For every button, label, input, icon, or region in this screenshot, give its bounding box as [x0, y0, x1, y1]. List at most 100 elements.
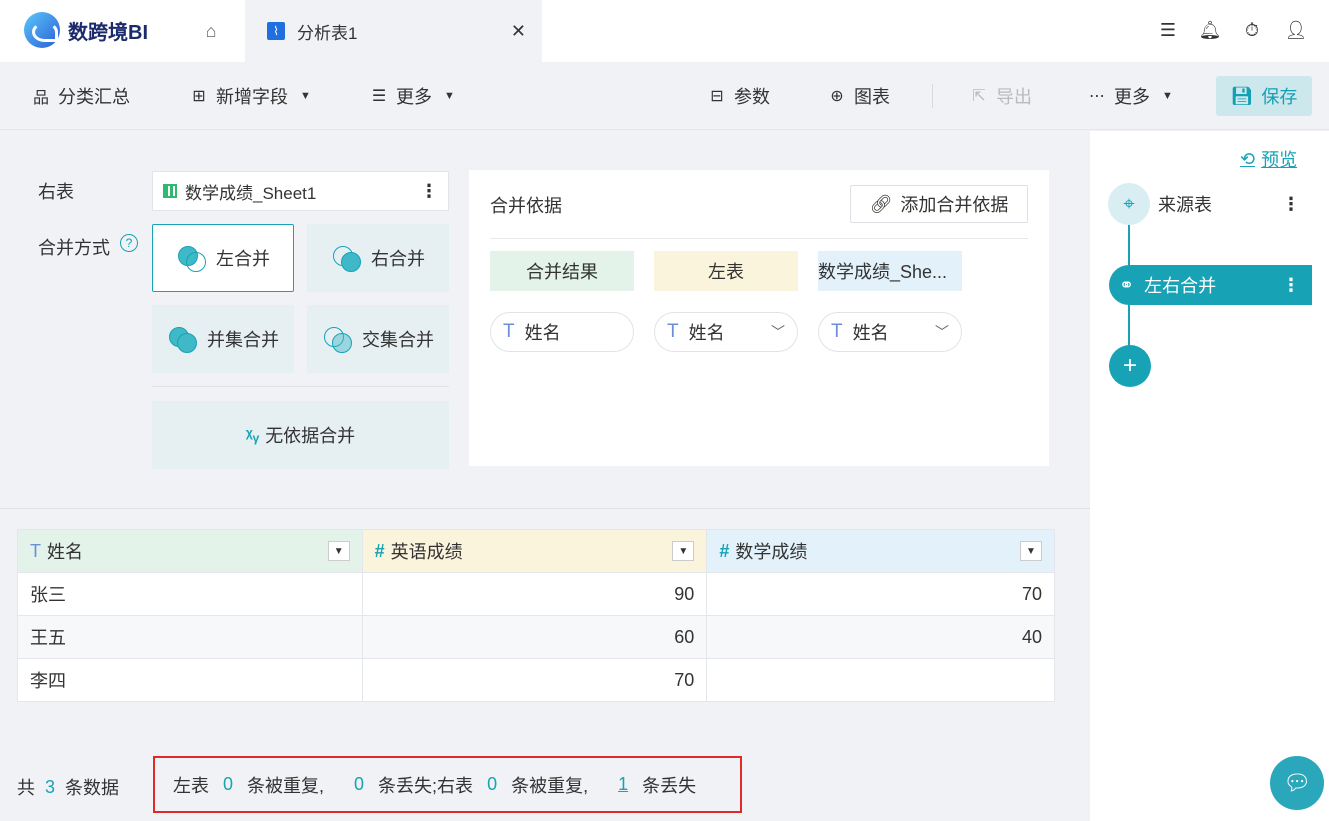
toolbar-divider	[932, 84, 933, 108]
category-summary-button[interactable]: 品 分类汇总	[32, 80, 130, 112]
timer-icon[interactable]: ⏱︎	[1238, 16, 1266, 44]
merge-intersect-button[interactable]: 交集合并	[307, 305, 449, 373]
preview-label: 预览	[1261, 150, 1298, 170]
no-basis-merge-button[interactable]: ᵡᵧ 无依据合并	[152, 401, 449, 469]
summary-lost-text: 条丢失;右表	[378, 775, 474, 796]
column-header-name[interactable]: T 姓名 ▼	[17, 529, 363, 573]
export-icon: ⇱	[972, 88, 986, 105]
logo-icon	[24, 12, 60, 48]
close-icon[interactable]: ✕	[511, 21, 526, 42]
basis-header-result-label: 合并结果	[526, 262, 598, 282]
app-logo[interactable]: 数跨境BI	[24, 12, 148, 48]
add-step-button[interactable]: +	[1109, 345, 1151, 387]
params-button[interactable]: ⊟ 参数	[708, 80, 770, 112]
bell-icon[interactable]: 🔔︎	[1196, 16, 1224, 44]
link-icon: 🔗︎	[869, 193, 893, 214]
right-table-select[interactable]: 数学成绩_Sheet1 ⋮	[152, 171, 449, 211]
plus-icon: +	[1122, 352, 1137, 379]
home-icon: ⌂	[205, 20, 217, 41]
table-cell: 60	[361, 615, 708, 659]
dropdown-icon[interactable]: ▼	[672, 541, 695, 561]
flow-sidebar	[1090, 131, 1329, 821]
more-left-label: 更多	[396, 87, 432, 107]
flow-node-source-label: 来源表	[1158, 195, 1212, 215]
table-row: 张三 90 70	[17, 572, 1055, 616]
tab-label: 分析表1	[297, 23, 358, 43]
chat-support-button[interactable]: 💬︎	[1270, 756, 1324, 810]
flow-node-merge-label: 左右合并	[1144, 276, 1217, 296]
column-header-english[interactable]: # 英语成绩 ▼	[361, 529, 708, 573]
flow-node-source[interactable]: ⌖ 来源表 ⋮	[1108, 183, 1312, 225]
plus-circle-icon: ⊕	[830, 88, 844, 105]
table-cell: 70	[361, 658, 708, 702]
column-header-label: 数学成绩	[735, 542, 808, 562]
caret-down-icon: ▼	[1162, 90, 1173, 102]
dropdown-icon[interactable]: ▼	[327, 541, 350, 561]
save-icon: 💾︎	[1230, 85, 1254, 106]
table-cell	[706, 658, 1055, 702]
chevron-down-icon: ﹀	[771, 324, 785, 340]
column-header-label: 姓名	[47, 542, 83, 562]
save-button[interactable]: 💾︎ 保存	[1216, 76, 1312, 116]
merge-mode-label: 合并方式	[38, 238, 110, 258]
chart-label: 图表	[854, 87, 890, 107]
basis-header-left: 左表	[654, 251, 798, 291]
right-table-value: 数学成绩_Sheet1	[185, 183, 317, 203]
export-button[interactable]: ⇱ 导出	[970, 80, 1032, 112]
chat-icon: 💬︎	[1283, 770, 1311, 795]
add-field-label: 新增字段	[216, 87, 288, 107]
flow-node-merge[interactable]: ⚭ 左右合并 ⋮	[1109, 265, 1312, 305]
params-label: 参数	[734, 87, 770, 107]
app-name: 数跨境BI	[68, 21, 148, 44]
kebab-menu-icon[interactable]: ⋮	[420, 181, 438, 202]
add-field-button[interactable]: ⊞ 新增字段 ▼	[190, 80, 311, 112]
summary-count: 3	[45, 776, 56, 797]
add-column-icon: ⊞	[192, 88, 206, 105]
result-table: T 姓名 ▼ # 英语成绩 ▼ # 数学成绩 ▼ 张三 90 70 王五 60 40 李四 …	[17, 529, 1055, 702]
table-cell: 王五	[17, 615, 363, 659]
table-cell: 张三	[17, 572, 363, 616]
table-cell: 70	[706, 572, 1055, 616]
preview-link[interactable]: ⟲ 预览	[1240, 146, 1297, 172]
text-type-icon: T	[30, 540, 41, 561]
user-icon[interactable]: 👤︎	[1282, 16, 1310, 44]
dropdown-icon[interactable]: ▼	[1020, 541, 1042, 561]
add-merge-basis-label: 添加合并依据	[900, 195, 1009, 215]
save-label: 保存	[1261, 87, 1298, 107]
merge-union-button[interactable]: 并集合并	[152, 305, 294, 373]
basis-field-result: T 姓名	[490, 312, 634, 352]
summary-prefix: 共	[17, 778, 35, 798]
duplicate-loss-summary: 左表 0 条被重复, 0 条丢失;右表 0 条被重复, 1 条丢失	[153, 756, 742, 813]
list-icon[interactable]: ☰	[1154, 16, 1182, 44]
kebab-menu-icon[interactable]: ⋮	[1282, 194, 1300, 215]
kebab-menu-icon[interactable]: ⋮	[1282, 275, 1300, 296]
number-type-icon: #	[374, 540, 385, 561]
caret-down-icon: ▼	[300, 90, 311, 102]
more-right-button[interactable]: ⋯ 更多 ▼	[1088, 80, 1173, 112]
chart-button[interactable]: ⊕ 图表	[828, 80, 890, 112]
no-basis-label: 无依据合并	[265, 426, 356, 446]
basis-field-left-select[interactable]: T 姓名 ﹀	[654, 312, 798, 352]
home-tab[interactable]: ⌂	[180, 0, 242, 62]
preview-icon: ⟲	[1240, 148, 1256, 169]
right-table-label: 右表	[38, 182, 74, 202]
basis-header-result: 合并结果	[490, 251, 634, 291]
merge-left-button[interactable]: 左合并	[152, 224, 294, 292]
more-left-button[interactable]: ☰ 更多 ▼	[370, 80, 455, 112]
merge-union-label: 并集合并	[207, 330, 279, 350]
basis-field-result-label: 姓名	[524, 323, 561, 343]
summary-lost-text-2: 条丢失	[642, 775, 697, 796]
help-icon[interactable]: ?	[120, 234, 138, 252]
add-merge-basis-button[interactable]: 🔗︎ 添加合并依据	[850, 185, 1028, 223]
tab-analysis-sheet[interactable]: ⌇ 分析表1 ✕	[245, 0, 542, 62]
summary-right-lost[interactable]: 1	[618, 774, 628, 795]
basis-divider	[490, 238, 1028, 239]
basis-header-right: 数学成绩_She...	[818, 251, 962, 291]
basis-header-right-label: 数学成绩_She...	[818, 262, 948, 282]
merge-right-button[interactable]: 右合并	[307, 224, 449, 292]
column-header-math[interactable]: # 数学成绩 ▼	[706, 529, 1055, 573]
basis-field-right-select[interactable]: T 姓名 ﹀	[818, 312, 962, 352]
table-row: 李四 70	[17, 658, 1055, 702]
summary-suffix: 条数据	[65, 778, 120, 798]
column-header-label: 英语成绩	[390, 542, 463, 562]
